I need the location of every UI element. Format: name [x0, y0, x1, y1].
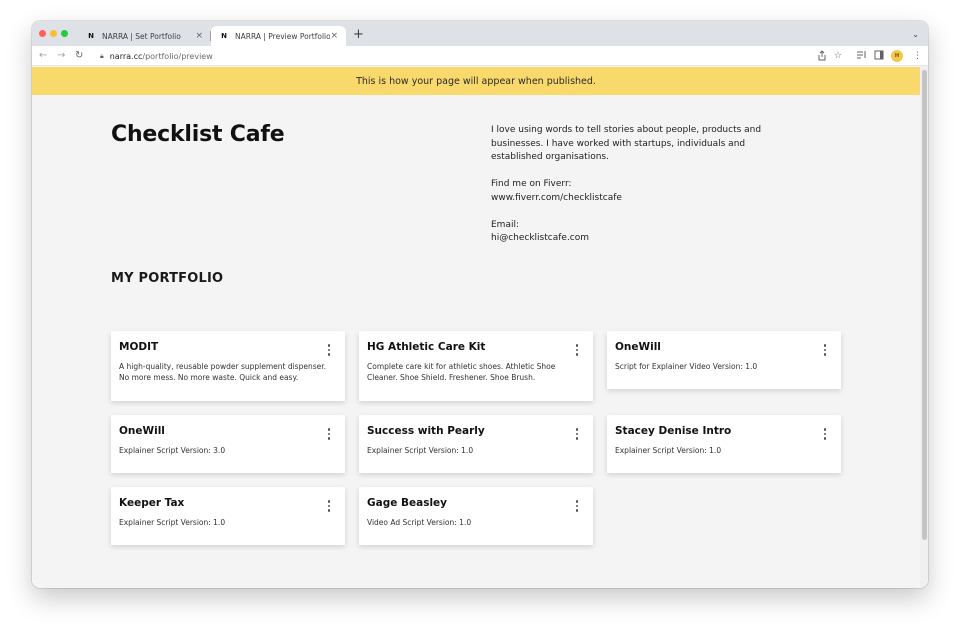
email-block: Email: hi@checklistcafe.com — [491, 219, 791, 246]
address-bar[interactable]: 🔒︎ narra.cc/portfolio/preview — [92, 48, 812, 64]
url-host: narra.cc — [109, 51, 143, 61]
more-options-icon[interactable] — [823, 428, 827, 440]
card-title: OneWill — [119, 425, 165, 437]
card-title: Keeper Tax — [119, 497, 185, 509]
card-title: OneWill — [615, 341, 661, 353]
tab-preview-portfolio[interactable]: N NARRA | Preview Portfolio × — [211, 26, 346, 46]
portfolio-heading: MY PORTFOLIO — [111, 271, 224, 286]
back-icon[interactable]: ← — [39, 49, 47, 63]
fiverr-label: Find me on Fiverr: — [491, 179, 572, 189]
more-options-icon[interactable] — [327, 500, 331, 512]
close-window-button[interactable] — [39, 30, 46, 37]
url-path: /portfolio/preview — [142, 51, 213, 61]
tab-search-icon[interactable]: ⌄ — [912, 30, 919, 39]
portfolio-card[interactable]: OneWill Explainer Script Version: 3.0 — [111, 415, 345, 473]
maximize-window-button[interactable] — [61, 30, 68, 37]
forward-icon[interactable]: → — [57, 49, 65, 63]
portfolio-card[interactable]: OneWill Script for Explainer Video Versi… — [607, 331, 841, 389]
window-controls — [39, 30, 68, 37]
card-description: Complete care kit for athletic shoes. At… — [367, 362, 556, 382]
more-options-icon[interactable] — [575, 428, 579, 440]
reload-icon[interactable]: ↻ — [75, 49, 83, 63]
more-options-icon[interactable] — [327, 428, 331, 440]
more-options-icon[interactable] — [575, 344, 579, 356]
card-description: Explainer Script Version: 3.0 — [119, 446, 226, 455]
share-icon[interactable] — [817, 50, 827, 65]
bio-text: I love using words to tell stories about… — [491, 125, 762, 162]
browser-window: N NARRA | Set Portfolio × N NARRA | Prev… — [32, 21, 928, 588]
card-title: HG Athletic Care Kit — [367, 341, 486, 353]
email-link[interactable]: hi@checklistcafe.com — [491, 233, 589, 243]
close-tab-icon[interactable]: × — [330, 31, 338, 41]
close-tab-icon[interactable]: × — [195, 31, 203, 41]
page-title: Checklist Cafe — [111, 122, 285, 147]
profile-bio: I love using words to tell stories about… — [491, 124, 791, 259]
page-scrollbar[interactable] — [920, 67, 928, 588]
narra-favicon-icon: N — [88, 32, 94, 40]
card-description: Script for Explainer Video Version: 1.0 — [615, 362, 758, 371]
portfolio-card[interactable]: Gage Beasley Video Ad Script Version: 1.… — [359, 487, 593, 545]
new-tab-button[interactable]: + — [353, 28, 364, 42]
preview-banner: This is how your page will appear when p… — [32, 67, 920, 95]
portfolio-card[interactable]: MODIT A high-quality, reusable powder su… — [111, 331, 345, 401]
more-options-icon[interactable] — [575, 500, 579, 512]
preview-banner-text: This is how your page will appear when p… — [356, 75, 596, 87]
more-options-icon[interactable] — [823, 344, 827, 356]
reading-list-icon[interactable] — [856, 50, 867, 64]
narra-favicon-icon: N — [221, 32, 227, 40]
card-description: Explainer Script Version: 1.0 — [119, 518, 226, 527]
lock-icon[interactable]: 🔒︎ — [100, 52, 104, 61]
card-description: Explainer Script Version: 1.0 — [367, 446, 474, 455]
fiverr-block: Find me on Fiverr: www.fiverr.com/checkl… — [491, 178, 791, 205]
card-title: Success with Pearly — [367, 425, 485, 437]
more-options-icon[interactable] — [327, 344, 331, 356]
card-title: MODIT — [119, 341, 159, 353]
scrollbar-thumb[interactable] — [921, 70, 927, 540]
card-description: Video Ad Script Version: 1.0 — [367, 518, 472, 527]
browser-menu-icon[interactable]: ⋮ — [913, 50, 922, 62]
portfolio-card[interactable]: Keeper Tax Explainer Script Version: 1.0 — [111, 487, 345, 545]
fiverr-link[interactable]: www.fiverr.com/checklistcafe — [491, 193, 622, 203]
tab-title: NARRA | Set Portfolio — [102, 31, 181, 41]
tab-title: NARRA | Preview Portfolio — [235, 31, 331, 41]
tab-strip: N NARRA | Set Portfolio × N NARRA | Prev… — [32, 21, 928, 46]
minimize-window-button[interactable] — [50, 30, 57, 37]
portfolio-card[interactable]: Success with Pearly Explainer Script Ver… — [359, 415, 593, 473]
card-description: A high-quality, reusable powder suppleme… — [119, 362, 327, 382]
card-title: Stacey Denise Intro — [615, 425, 732, 437]
portfolio-card[interactable]: HG Athletic Care Kit Complete care kit f… — [359, 331, 593, 401]
tab-set-portfolio[interactable]: N NARRA | Set Portfolio × — [78, 26, 211, 46]
card-description: Explainer Script Version: 1.0 — [615, 446, 722, 455]
portfolio-card[interactable]: Stacey Denise Intro Explainer Script Ver… — [607, 415, 841, 473]
bookmark-star-icon[interactable]: ☆ — [834, 50, 842, 62]
portfolio-page: Checklist Cafe I love using words to tel… — [32, 95, 920, 588]
card-title: Gage Beasley — [367, 497, 448, 509]
email-label: Email: — [491, 219, 520, 230]
browser-toolbar: ← → ↻ 🔒︎ narra.cc/portfolio/preview ☆ H … — [32, 46, 928, 66]
profile-avatar[interactable]: H — [891, 50, 903, 62]
side-panel-icon[interactable] — [874, 50, 884, 64]
